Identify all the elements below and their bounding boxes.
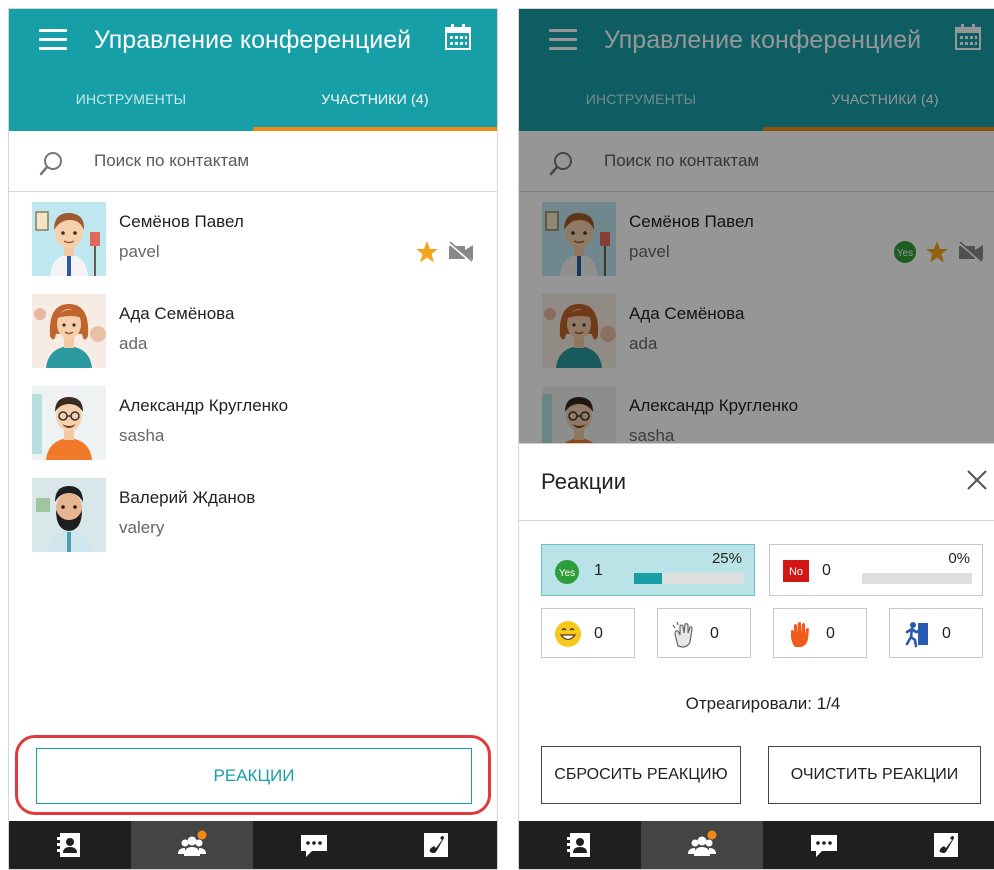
- call-icon: [934, 833, 958, 857]
- vote-no-count: 0: [822, 562, 831, 579]
- search-icon: [39, 152, 62, 176]
- yes-icon: Yes: [555, 560, 579, 584]
- svg-text:Yes: Yes: [559, 568, 575, 579]
- vote-yes-bar: [634, 573, 744, 584]
- reactions-title: Реакции: [541, 469, 626, 494]
- contact-row[interactable]: Валерий Жданов valery: [9, 468, 497, 560]
- app-header: Управление конференцией ИНСТРУМЕНТЫ УЧАС…: [9, 9, 497, 131]
- smile-icon: [555, 621, 581, 647]
- reaction-smile-button[interactable]: 0: [541, 608, 635, 658]
- chat-icon: [811, 835, 837, 857]
- reactions-button-highlight: РЕАКЦИИ: [15, 735, 491, 815]
- vote-no-percent: 0%: [948, 550, 970, 567]
- contact-status-icons: [415, 240, 475, 264]
- no-icon: No: [783, 560, 809, 582]
- contact-row[interactable]: Семёнов Павел pavel: [9, 192, 497, 284]
- avatar: [32, 294, 106, 368]
- call-icon: [424, 833, 448, 857]
- contact-name: Александр Кругленко: [119, 396, 289, 415]
- exit-icon: [905, 622, 928, 648]
- search-placeholder: Поиск по контактам: [94, 151, 250, 170]
- divider: [519, 520, 994, 521]
- reaction-exit-count: 0: [942, 625, 951, 642]
- vote-yes-bar-fill: [634, 573, 662, 584]
- conference-panel-left: Управление конференцией ИНСТРУМЕНТЫ УЧАС…: [8, 8, 498, 870]
- nav-chat[interactable]: [253, 821, 375, 869]
- vote-no-button[interactable]: No 0 0%: [769, 544, 983, 596]
- nav-participants[interactable]: [641, 821, 763, 869]
- search-input[interactable]: Поиск по контактам: [9, 131, 497, 192]
- menu-icon[interactable]: [39, 29, 67, 51]
- contact-login: ada: [119, 334, 148, 353]
- nav-chat[interactable]: [763, 821, 885, 869]
- nav-call[interactable]: [375, 821, 497, 869]
- chat-icon: [301, 835, 327, 857]
- reaction-smile-count: 0: [594, 625, 603, 642]
- avatar: [32, 202, 106, 276]
- vote-no-bar: [862, 573, 972, 584]
- svg-text:No: No: [789, 566, 803, 578]
- reaction-applause-button[interactable]: 0: [657, 608, 751, 658]
- clear-reactions-button[interactable]: ОЧИСТИТЬ РЕАКЦИИ: [768, 746, 981, 804]
- bottom-nav: [519, 821, 994, 869]
- star-icon: [416, 241, 438, 263]
- video-off-icon: [448, 241, 473, 263]
- reset-reaction-button[interactable]: СБРОСИТЬ РЕАКЦИЮ: [541, 746, 741, 804]
- applause-icon: [672, 621, 693, 648]
- calendar-icon[interactable]: [443, 22, 473, 52]
- contact-row[interactable]: Александр Кругленко sasha: [9, 376, 497, 468]
- contact-login: valery: [119, 518, 165, 537]
- tab-participants[interactable]: УЧАСТНИКИ (4): [253, 81, 497, 131]
- vote-yes-percent: 25%: [711, 550, 742, 567]
- avatar: [32, 478, 106, 552]
- reaction-raise-hand-count: 0: [826, 625, 835, 642]
- participants-icon: [178, 830, 207, 856]
- contact-name: Валерий Жданов: [119, 488, 256, 507]
- vote-yes-button[interactable]: Yes 1 25%: [541, 544, 755, 596]
- vote-yes-count: 1: [594, 562, 603, 579]
- raise-hand-icon: [791, 622, 809, 647]
- bottom-nav: [9, 821, 497, 869]
- contact-row[interactable]: Ада Семёнова ada: [9, 284, 497, 376]
- close-icon[interactable]: [965, 468, 989, 492]
- reaction-applause-count: 0: [710, 625, 719, 642]
- participants-icon: [688, 830, 717, 856]
- reactions-sheet: Реакции Yes 1 25% No 0 0% 0 0 0 0 Отреаг…: [519, 443, 994, 823]
- reaction-raise-hand-button[interactable]: 0: [773, 608, 867, 658]
- nav-contacts[interactable]: [519, 821, 641, 869]
- nav-call[interactable]: [885, 821, 994, 869]
- nav-participants[interactable]: [131, 821, 253, 869]
- avatar: [32, 386, 106, 460]
- contact-name: Ада Семёнова: [119, 304, 235, 323]
- app-title: Управление конференцией: [94, 26, 412, 54]
- contact-login: sasha: [119, 426, 165, 445]
- contacts-icon: [567, 833, 590, 857]
- reactions-button[interactable]: РЕАКЦИИ: [36, 748, 472, 804]
- reacted-count: Отреагировали: 1/4: [685, 694, 841, 713]
- tab-tools[interactable]: ИНСТРУМЕНТЫ: [9, 81, 253, 131]
- contact-name: Семёнов Павел: [119, 212, 244, 231]
- reaction-exit-button[interactable]: 0: [889, 608, 983, 658]
- nav-contacts[interactable]: [9, 821, 131, 869]
- contact-login: pavel: [119, 242, 160, 261]
- contacts-icon: [57, 833, 80, 857]
- conference-panel-right: Управление конференцией ИНСТРУМЕНТЫ УЧАС…: [518, 8, 994, 870]
